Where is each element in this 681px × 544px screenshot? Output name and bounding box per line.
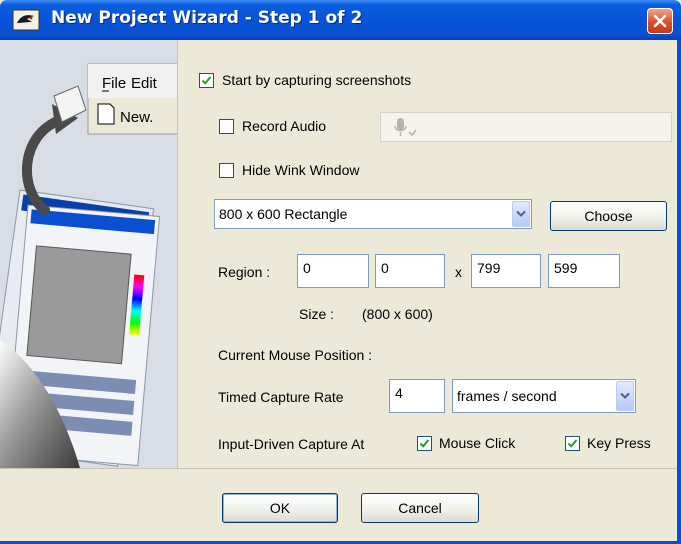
mouse-click-label: Mouse Click: [439, 435, 516, 451]
hide-window-option[interactable]: Hide Wink Window: [219, 162, 359, 178]
wizard-side-artwork: File Edit New.: [0, 40, 178, 468]
size-label: Size :: [299, 306, 335, 322]
window-frame-right: [677, 40, 681, 544]
key-press-label: Key Press: [587, 435, 651, 451]
record-audio-label: Record Audio: [242, 118, 327, 134]
audio-device-field: [380, 112, 672, 142]
window-title: New Project Wizard - Step 1 of 2: [51, 8, 363, 28]
microphone-icon: [394, 118, 417, 137]
timed-capture-rate-input[interactable]: 4: [389, 379, 445, 413]
checkmark-icon: [201, 75, 212, 85]
new-project-wizard-window: New Project Wizard - Step 1 of 2 File Ed…: [0, 0, 681, 544]
record-audio-checkbox[interactable]: [219, 118, 234, 134]
capture-rate-unit-select[interactable]: frames / second: [452, 379, 636, 413]
region-separator: x: [455, 264, 462, 280]
ok-button[interactable]: OK: [222, 493, 338, 523]
checkmark-icon: [419, 438, 430, 448]
region-bottom-input[interactable]: 599: [548, 254, 620, 288]
wink-app-icon: [12, 9, 40, 31]
wizard-illustration: File Edit New.: [0, 63, 177, 468]
mouse-click-checkbox[interactable]: [417, 435, 432, 451]
mouse-position-label: Current Mouse Position :: [218, 347, 373, 363]
key-press-checkbox[interactable]: [565, 435, 580, 451]
title-bar[interactable]: New Project Wizard - Step 1 of 2: [0, 0, 681, 40]
checkmark-icon: [567, 438, 578, 448]
cancel-button[interactable]: Cancel: [361, 493, 479, 523]
mouse-click-option[interactable]: Mouse Click: [417, 435, 515, 451]
start-capturing-label: Start by capturing screenshots: [222, 72, 412, 88]
dialog-button-bar: [0, 468, 681, 544]
close-icon: [653, 14, 667, 28]
hide-window-label: Hide Wink Window: [242, 162, 360, 178]
start-capturing-option[interactable]: Start by capturing screenshots: [199, 72, 411, 88]
menu-new-text: New.: [120, 109, 153, 126]
document-icon: [97, 103, 115, 125]
region-label: Region :: [218, 264, 271, 280]
close-button[interactable]: [647, 8, 673, 34]
region-top-input[interactable]: 0: [375, 254, 445, 288]
capture-rate-unit-value: frames / second: [457, 388, 557, 404]
record-audio-option[interactable]: Record Audio: [219, 118, 326, 134]
hide-window-checkbox[interactable]: [219, 162, 234, 178]
chevron-down-icon: [516, 210, 526, 217]
chevron-down-icon: [620, 392, 630, 399]
choose-button[interactable]: Choose: [550, 201, 667, 231]
region-right-input[interactable]: 799: [471, 254, 541, 288]
capture-area-select[interactable]: 800 x 600 Rectangle: [214, 199, 532, 229]
input-capture-label: Input-Driven Capture At: [218, 436, 365, 452]
capture-area-dropdown-button[interactable]: [512, 201, 530, 227]
menu-edit-text: Edit: [131, 75, 158, 92]
key-press-option[interactable]: Key Press: [565, 435, 651, 451]
size-value: (800 x 600): [362, 306, 433, 322]
capture-rate-unit-dropdown-button[interactable]: [616, 381, 634, 411]
start-capturing-checkbox[interactable]: [199, 72, 214, 88]
timed-capture-label: Timed Capture Rate: [218, 389, 344, 405]
menu-file-text: File: [102, 75, 126, 92]
capture-area-value: 800 x 600 Rectangle: [219, 206, 348, 222]
region-left-input[interactable]: 0: [297, 254, 369, 288]
